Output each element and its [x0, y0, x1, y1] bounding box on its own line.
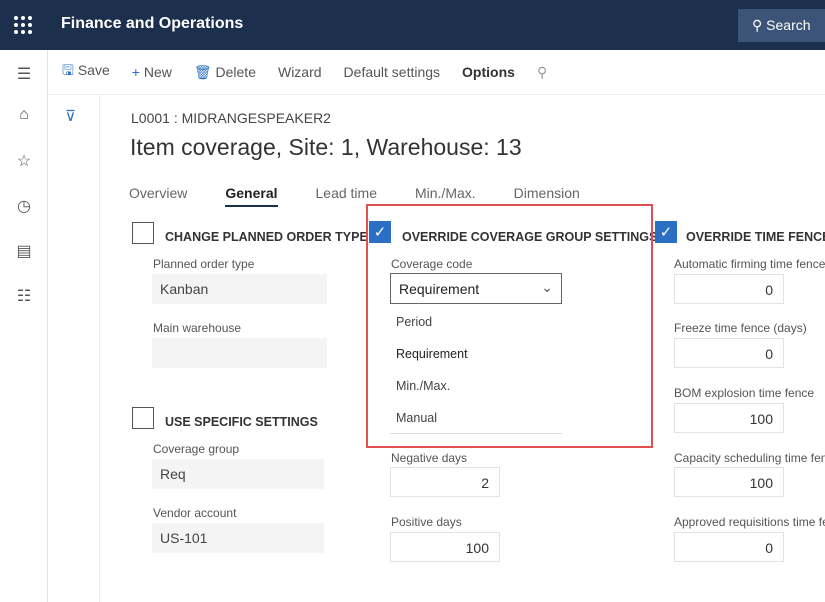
field-label: Coverage group [153, 442, 240, 456]
use-specific-settings-checkbox[interactable] [132, 407, 154, 429]
page-title: Item coverage, Site: 1, Warehouse: 13 [130, 134, 522, 160]
field-label: Approved requisitions time fence [674, 515, 825, 529]
new-label: New [143, 64, 172, 80]
delete-button[interactable]: 🗑 Delete [194, 64, 256, 81]
action-toolbar: 🖫 Save + New 🗑 Delete Wizard Default set… [48, 50, 825, 95]
filter-pane: ⊽ [48, 95, 100, 602]
negative-days-field[interactable]: 2 [390, 467, 500, 497]
section-label: OVERRIDE TIME FENCES [686, 230, 825, 244]
save-icon: 🖫 [62, 62, 74, 78]
field-label: Planned order type [153, 257, 255, 271]
main-warehouse-field[interactable] [152, 338, 327, 368]
wizard-button[interactable]: Wizard [278, 64, 322, 80]
tab-general[interactable]: General [225, 185, 278, 207]
app-title: Finance and Operations [61, 15, 244, 32]
field-label: Vendor account [153, 506, 237, 520]
field-label: Capacity scheduling time fence [674, 451, 825, 465]
planned-order-type-field[interactable]: Kanban [152, 274, 327, 304]
save-button[interactable]: 🖫 Save [62, 60, 110, 84]
capacity-scheduling-field[interactable]: 100 [674, 467, 784, 497]
default-settings-button[interactable]: Default settings [344, 64, 441, 80]
bom-explosion-field[interactable]: 100 [674, 403, 784, 433]
new-button[interactable]: + New [132, 64, 172, 80]
coverage-group-field[interactable]: Req [152, 459, 324, 489]
list-icon[interactable]: ☷ [14, 286, 34, 306]
save-label: Save [77, 62, 110, 78]
field-label: Positive days [391, 515, 462, 529]
breadcrumb: L0001 : MIDRANGESPEAKER2 [131, 110, 331, 126]
star-icon[interactable]: ☆ [14, 151, 34, 171]
trash-icon: 🗑 [193, 63, 212, 80]
nav-rail: ☰ ⌂ ☆ ◷ ▤ ☷ [0, 50, 48, 602]
app-launcher-icon[interactable] [14, 16, 32, 34]
approved-requisitions-field[interactable]: 0 [674, 532, 784, 562]
field-label: Freeze time fence (days) [674, 321, 807, 335]
search-icon: ⚲ [752, 17, 767, 33]
search-icon[interactable]: ⚲ [537, 64, 547, 81]
field-label: Automatic firming time fence [674, 257, 825, 271]
change-planned-order-type-checkbox[interactable] [132, 222, 154, 244]
hamburger-icon[interactable]: ☰ [14, 64, 34, 84]
tab-overview[interactable]: Overview [129, 185, 187, 207]
section-label: USE SPECIFIC SETTINGS [165, 415, 318, 429]
checkmark-icon: ✓ [659, 224, 673, 241]
override-time-fences-checkbox[interactable]: ✓ [655, 221, 677, 243]
workspace-icon[interactable]: ▤ [14, 241, 34, 261]
field-label: Main warehouse [153, 321, 242, 335]
app-header: Finance and Operations ⚲ Search [0, 0, 825, 50]
vendor-account-field[interactable]: US-101 [152, 523, 324, 553]
highlight-box [366, 204, 653, 448]
options-button[interactable]: Options [462, 64, 515, 80]
search-button[interactable]: ⚲ Search [738, 9, 825, 42]
field-label: Negative days [391, 451, 468, 465]
freeze-time-fence-field[interactable]: 0 [674, 338, 784, 368]
home-icon[interactable]: ⌂ [14, 106, 34, 126]
automatic-firming-field[interactable]: 0 [674, 274, 784, 304]
section-label: CHANGE PLANNED ORDER TYPE [165, 230, 368, 244]
field-label: BOM explosion time fence [674, 386, 815, 400]
search-label: Search [766, 17, 811, 33]
plus-icon: + [131, 64, 140, 80]
delete-label: Delete [215, 63, 256, 80]
clock-icon[interactable]: ◷ [14, 196, 34, 216]
positive-days-field[interactable]: 100 [390, 532, 500, 562]
filter-icon[interactable]: ⊽ [65, 107, 76, 125]
